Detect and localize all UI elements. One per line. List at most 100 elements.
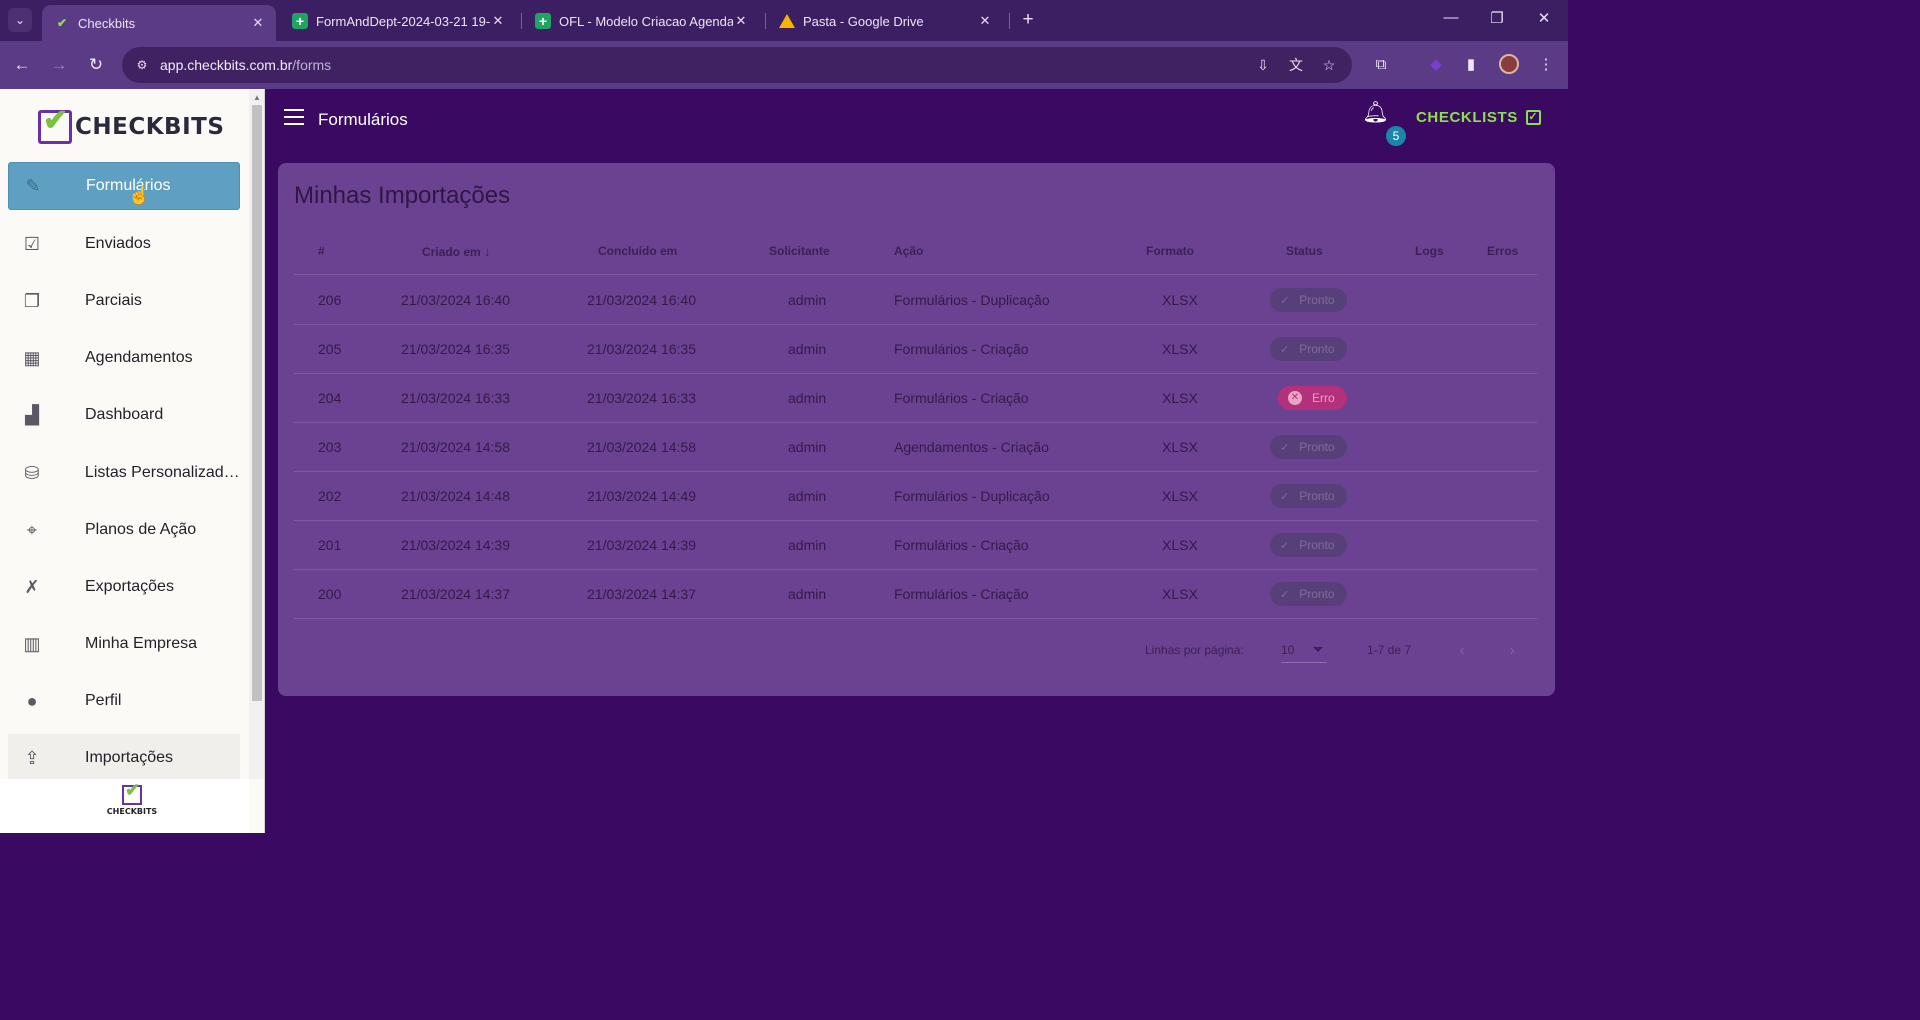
browser-menu-icon[interactable]: ⋮ xyxy=(1536,55,1556,75)
table-row[interactable]: 204 21/03/2024 16:33 21/03/2024 16:33 admin… xyxy=(294,374,1537,423)
logo-check-box-icon: ✔ xyxy=(38,104,72,144)
sidebar-item-enviados[interactable]: ☑ Enviados xyxy=(8,220,240,268)
tab-checkbits[interactable]: ✔ Checkbits ✕ xyxy=(42,5,276,41)
cell-action: Agendamentos - Criação xyxy=(894,439,1049,455)
sidebar-item-exportacoes[interactable]: ✗ Exportações xyxy=(8,563,240,611)
sidebar-item-agendamentos[interactable]: ▦ Agendamentos xyxy=(8,334,240,382)
sidebar-item-formularios[interactable]: ✎ Formulários xyxy=(8,162,240,210)
tab-search-chevron-icon[interactable]: ⌄ xyxy=(8,8,32,32)
extension-icon[interactable]: ◆ xyxy=(1426,55,1446,75)
table-row[interactable]: 202 21/03/2024 14:48 21/03/2024 14:49 admin… xyxy=(294,472,1537,521)
tab-google-drive[interactable]: Pasta - Google Drive ✕ xyxy=(767,5,1003,37)
status-badge: ✓ Pronto xyxy=(1270,533,1347,557)
translate-icon[interactable]: 文 xyxy=(1286,55,1306,75)
sidebar-item-listas-personalizadas[interactable]: ⛁ Listas Personalizadas xyxy=(8,449,240,497)
browser-toolbar: ← → ↻ ⚙ app.checkbits.com.br/forms ⇩ 文 ☆… xyxy=(0,41,1568,89)
checklists-button[interactable]: CHECKLISTS ✓ xyxy=(1416,107,1541,127)
sidebar-item-label: Planos de Ação xyxy=(85,521,197,538)
cell-action: Formulários - Duplicação xyxy=(894,292,1050,308)
table-row[interactable]: 205 21/03/2024 16:35 21/03/2024 16:35 admin… xyxy=(294,325,1537,374)
column-header-action[interactable]: Ação xyxy=(894,244,923,258)
bookmark-star-icon[interactable]: ☆ xyxy=(1319,55,1339,75)
tab-separator xyxy=(765,13,766,29)
tab-separator xyxy=(521,13,522,29)
cell-done: 21/03/2024 14:39 xyxy=(587,537,696,553)
sidebar-item-minha-empresa[interactable]: ▥ Minha Empresa xyxy=(8,620,240,668)
close-icon[interactable]: ✕ xyxy=(250,15,266,31)
profile-avatar[interactable] xyxy=(1499,54,1519,74)
notification-bell-icon[interactable]: 🔔︎ xyxy=(1362,101,1389,127)
app-header: Formulários 🔔︎ 5 CHECKLISTS ✓ xyxy=(265,89,1568,151)
cell-done: 21/03/2024 16:35 xyxy=(587,341,696,357)
sidebar-item-label: Enviados xyxy=(85,235,151,252)
cell-format: XLSX xyxy=(1162,341,1198,357)
checkbits-check-icon: ✔ xyxy=(56,16,68,30)
address-bar[interactable]: ⚙ app.checkbits.com.br/forms ⇩ 文 ☆ xyxy=(122,47,1352,83)
sidebar-item-importacoes[interactable]: ⇪ Importações xyxy=(8,734,240,782)
status-badge: ✓ Pronto xyxy=(1270,435,1347,459)
extensions-puzzle-icon[interactable]: ⧉ xyxy=(1371,55,1391,75)
cell-format: XLSX xyxy=(1162,292,1198,308)
close-icon[interactable]: ✕ xyxy=(733,13,749,29)
table-row[interactable]: 201 21/03/2024 14:39 21/03/2024 14:39 admin… xyxy=(294,521,1537,570)
reload-icon[interactable]: ↻ xyxy=(84,53,108,77)
scroll-up-arrow-icon[interactable]: ▲ xyxy=(252,93,262,102)
minimize-icon[interactable]: — xyxy=(1441,9,1461,26)
forward-arrow-icon[interactable]: → xyxy=(47,53,71,77)
next-page-chevron-icon[interactable]: › xyxy=(1500,639,1524,663)
column-header-status[interactable]: Status xyxy=(1286,244,1323,258)
tab-formanddept[interactable]: + FormAndDept-2024-03-21 19-0 ✕ xyxy=(280,5,516,37)
cell-done: 21/03/2024 14:49 xyxy=(587,488,696,504)
sidebar: ✔ CHECKBITS ✎ Formulários ☑ Enviados ❐ P… xyxy=(0,89,265,833)
new-tab-plus-icon[interactable]: + xyxy=(1016,8,1040,32)
column-header-errors[interactable]: Erros xyxy=(1487,244,1518,258)
table-pagination: Linhas por página: 10 1-7 de 7 ‹ › xyxy=(294,631,1537,671)
side-panel-icon[interactable]: ▮ xyxy=(1461,55,1481,75)
sidebar-item-label: Parciais xyxy=(85,292,142,309)
previous-page-chevron-icon[interactable]: ‹ xyxy=(1450,639,1474,663)
checkbits-logo[interactable]: ✔ CHECKBITS xyxy=(38,104,225,147)
column-header-logs[interactable]: Logs xyxy=(1415,244,1444,258)
url-text[interactable]: app.checkbits.com.br/forms xyxy=(160,57,331,73)
rows-per-page-select[interactable]: 10 xyxy=(1281,635,1327,663)
install-app-icon[interactable]: ⇩ xyxy=(1253,55,1273,75)
sidebar-item-parciais[interactable]: ❐ Parciais xyxy=(8,277,240,325)
url-path: /forms xyxy=(292,57,332,73)
cell-created: 21/03/2024 14:39 xyxy=(401,537,510,553)
sidebar-item-perfil[interactable]: ● Perfil xyxy=(8,677,240,725)
column-header-done[interactable]: Concluído em xyxy=(598,244,677,258)
cell-created: 21/03/2024 16:35 xyxy=(401,341,510,357)
restore-icon[interactable]: ❐ xyxy=(1487,9,1507,27)
table-row[interactable]: 206 21/03/2024 16:40 21/03/2024 16:40 admin… xyxy=(294,276,1537,325)
partial-icon: ❐ xyxy=(23,290,41,311)
column-header-format[interactable]: Formato xyxy=(1146,244,1194,258)
database-icon: ⛁ xyxy=(24,462,40,483)
status-badge: ✕ Erro xyxy=(1278,386,1347,410)
sidebar-item-planos-de-acao[interactable]: ⌖ Planos de Ação xyxy=(8,506,240,554)
cell-requester: admin xyxy=(788,537,827,553)
sheets-icon: + xyxy=(292,13,308,29)
logo-text: CHECKBITS xyxy=(75,114,225,140)
sidebar-item-dashboard[interactable]: ▟ Dashboard xyxy=(8,391,240,439)
hamburger-menu-icon[interactable] xyxy=(284,109,304,125)
rows-per-page-label: Linhas por página: xyxy=(1145,643,1244,657)
column-header-created[interactable]: Criado em ↓ xyxy=(422,244,491,259)
site-settings-icon[interactable]: ⚙ xyxy=(134,57,150,73)
sidebar-item-label: Listas Personalizadas xyxy=(84,464,240,481)
column-header-requester[interactable]: Solicitante xyxy=(769,244,830,258)
forms-icon: ✎ xyxy=(25,175,41,196)
table-row[interactable]: 200 21/03/2024 14:37 21/03/2024 14:37 admin… xyxy=(294,570,1537,619)
column-header-id[interactable]: # xyxy=(318,244,325,258)
check-icon: ✓ xyxy=(1280,588,1290,601)
close-icon[interactable]: ✕ xyxy=(977,13,993,29)
back-arrow-icon[interactable]: ← xyxy=(10,53,34,77)
tab-ofl-modelo[interactable]: + OFL - Modelo Criacao Agendam ✕ xyxy=(523,5,759,37)
status-badge: ✓ Pronto xyxy=(1270,582,1347,606)
window-close-icon[interactable]: ✕ xyxy=(1534,9,1554,27)
sidebar-scrollbar-thumb[interactable] xyxy=(252,105,262,701)
table-row[interactable]: 203 21/03/2024 14:58 21/03/2024 14:58 admin… xyxy=(294,423,1537,472)
check-icon: ✓ xyxy=(1280,539,1290,552)
sidebar-item-label: Perfil xyxy=(85,692,122,709)
close-icon[interactable]: ✕ xyxy=(490,13,506,29)
crosshair-icon: ⌖ xyxy=(26,519,38,540)
